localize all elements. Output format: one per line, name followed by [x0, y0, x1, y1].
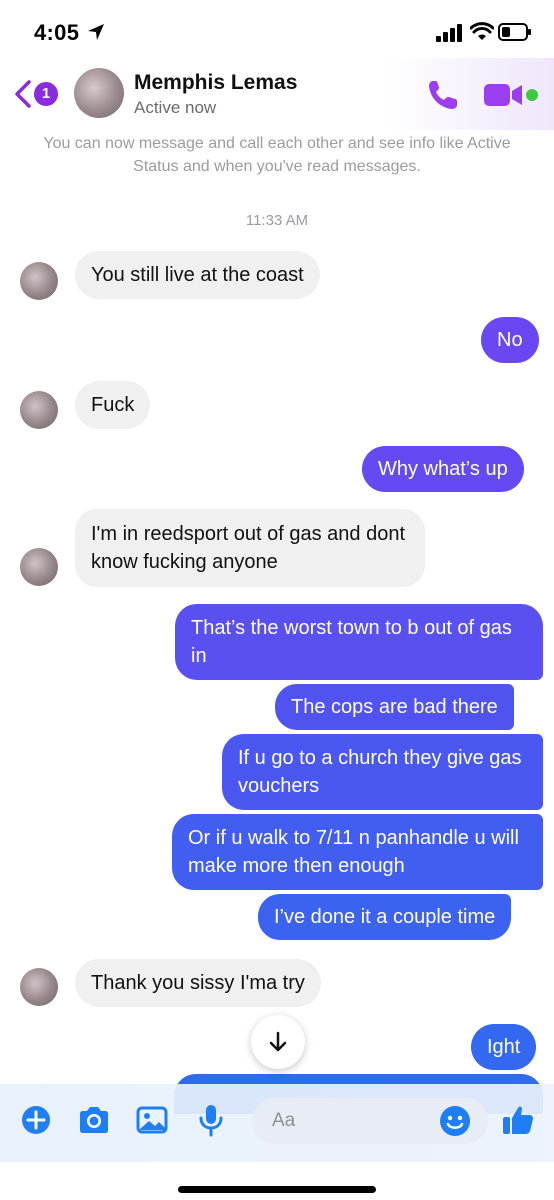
message-outgoing[interactable]: No	[481, 317, 539, 363]
message-text: I’ve done it a couple time	[274, 906, 496, 928]
status-bar: 4:05	[0, 0, 554, 60]
phone-call-button[interactable]	[426, 78, 460, 112]
message-text: That’s the worst town to b out of gas in	[191, 617, 512, 667]
active-status: Active now	[134, 98, 217, 117]
message-text: If u go to a church they give gas vouche…	[238, 747, 522, 797]
sender-avatar[interactable]	[20, 548, 58, 586]
thumbs-up-button[interactable]	[500, 1102, 536, 1138]
message-text: The cops are bad there	[291, 696, 498, 718]
connection-info: You can now message and call each other …	[43, 135, 511, 175]
cellular-signal-icon	[436, 24, 462, 42]
contact-name[interactable]: Memphis Lemas	[134, 71, 297, 95]
home-indicator	[178, 1186, 376, 1193]
plus-button[interactable]	[18, 1102, 54, 1138]
video-call-button[interactable]	[484, 82, 524, 108]
message-text: I'm in reedsport out of gas and dont kno…	[91, 523, 406, 573]
message-incoming[interactable]: You still live at the coast	[75, 251, 320, 299]
message-outgoing[interactable]: I’ve done it a couple time	[258, 894, 512, 940]
message-text: Why what’s up	[378, 458, 508, 480]
gallery-button[interactable]	[134, 1102, 170, 1138]
message-input-placeholder: Aa	[272, 1110, 296, 1131]
contact-avatar[interactable]	[74, 68, 124, 118]
status-time: 4:05	[34, 20, 80, 45]
sender-avatar[interactable]	[20, 262, 58, 300]
message-outgoing[interactable]: Or if u walk to 7/11 n panhandle u will …	[172, 814, 543, 890]
message-text: Fuck	[91, 394, 135, 416]
emoji-button[interactable]	[438, 1104, 472, 1138]
message-text: Or if u walk to 7/11 n panhandle u will …	[188, 827, 519, 877]
camera-button[interactable]	[76, 1102, 112, 1138]
microphone-button[interactable]	[193, 1102, 229, 1138]
wifi-icon	[470, 22, 494, 40]
scroll-to-bottom-button[interactable]	[251, 1015, 305, 1069]
message-text: Ight	[487, 1036, 521, 1058]
message-text: You still live at the coast	[91, 264, 304, 286]
message-outgoing[interactable]: If u go to a church they give gas vouche…	[222, 734, 543, 810]
message-incoming[interactable]: I'm in reedsport out of gas and dont kno…	[75, 509, 425, 587]
message-outgoing[interactable]: The cops are bad there	[275, 684, 514, 730]
sender-avatar[interactable]	[20, 391, 58, 429]
back-button[interactable]: 1	[14, 76, 64, 112]
message-text: Thank you sissy I'ma try	[91, 972, 305, 994]
message-outgoing[interactable]: That’s the worst town to b out of gas in	[175, 604, 543, 680]
message-incoming[interactable]: Fuck	[75, 381, 151, 429]
message-incoming[interactable]: Thank you sissy I'ma try	[75, 959, 321, 1007]
message-text: No	[497, 329, 523, 351]
chevron-left-icon	[15, 80, 31, 108]
message-outgoing[interactable]: Why what’s up	[362, 446, 524, 492]
online-indicator	[526, 89, 538, 101]
location-arrow-icon	[88, 24, 104, 40]
unread-count-badge: 1	[34, 82, 58, 106]
conversation-header: 1 Memphis Lemas Active now	[0, 58, 554, 130]
arrow-down-icon	[269, 1031, 287, 1052]
battery-icon	[498, 23, 531, 41]
message-outgoing[interactable]: Ight	[471, 1024, 537, 1070]
message-composer: Aa	[0, 1084, 554, 1162]
sender-avatar[interactable]	[20, 968, 58, 1006]
message-timestamp: 11:33 AM	[245, 212, 309, 229]
